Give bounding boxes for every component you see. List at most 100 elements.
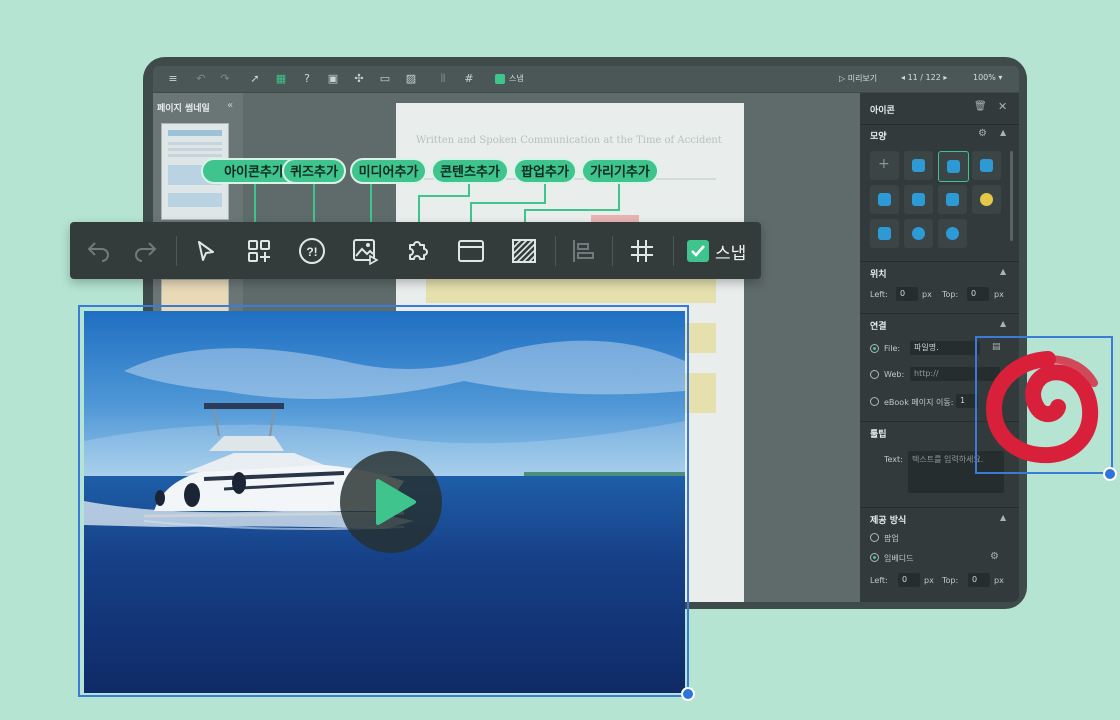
select-button[interactable] (187, 232, 225, 270)
provide-section-title: 제공 방식 (870, 516, 907, 526)
snap-checkbox[interactable] (495, 74, 505, 84)
page-navigator[interactable]: ◂ 11 / 122 ▸ (901, 73, 947, 82)
embedded-label: 임베디드 (884, 554, 914, 563)
left-input[interactable]: 0 (898, 573, 920, 587)
preview-button[interactable]: ▷ 미리보기 (839, 73, 877, 84)
app-toolbar: ≡ ↶ ↷ ➚ ▦ ? ▣ ✣ ▭ ▨ ⫴ # 스냅 ▷ 미리보기 ◂ 11 /… (153, 66, 1019, 93)
connector-line (418, 195, 470, 197)
connector-line (254, 183, 256, 227)
left-label: Left: (870, 290, 888, 299)
media-icon[interactable]: ▣ (325, 71, 341, 87)
panel-title: 아이콘 (870, 106, 895, 116)
chevron-up-icon[interactable]: ▲ (1000, 267, 1006, 276)
play-button[interactable] (340, 451, 442, 553)
select-icon[interactable]: ➚ (247, 71, 263, 87)
thumbnail-title: 페이지 썸네일 (157, 104, 210, 114)
web-radio[interactable] (870, 370, 879, 379)
align-icon[interactable]: ⫴ (435, 71, 451, 87)
add-popup-pill: 팝업추가 (513, 158, 577, 184)
gear-icon[interactable]: ⚙ (978, 128, 987, 139)
save-shape-icon[interactable] (938, 185, 967, 214)
top-input[interactable]: 0 (967, 287, 989, 301)
add-mask-pill: 가리기추가 (581, 158, 659, 184)
window-icon (458, 240, 484, 262)
chevron-up-icon[interactable]: ▲ (1000, 319, 1006, 328)
media-icon (353, 239, 379, 265)
add-popup-button[interactable] (452, 232, 490, 270)
play-icon (376, 479, 416, 525)
unit-label: px (994, 290, 1004, 299)
left-input[interactable]: 0 (896, 287, 918, 301)
resize-handle[interactable] (681, 687, 695, 701)
edit-shape-icon[interactable] (904, 185, 933, 214)
connector-line (370, 183, 372, 227)
plus-shape-icon[interactable]: + (870, 151, 899, 180)
add-content-button[interactable] (399, 232, 437, 270)
file-label: File: (884, 344, 901, 353)
add-quiz-pill: 퀴즈추가 (282, 158, 346, 184)
align-button[interactable] (564, 232, 602, 270)
camera-shape-icon[interactable] (904, 151, 933, 180)
mask-icon[interactable]: ▨ (403, 71, 419, 87)
close-icon[interactable]: ✕ (998, 100, 1007, 113)
undo-icon[interactable]: ↶ (193, 71, 209, 87)
snap-label: 스냅 (715, 244, 747, 264)
brush-circle-icon[interactable] (978, 339, 1110, 471)
headphone-shape-icon[interactable] (972, 151, 1001, 180)
trash-icon[interactable]: 🗑 (974, 101, 987, 112)
top-input[interactable]: 0 (968, 573, 990, 587)
resize-handle[interactable] (1103, 467, 1117, 481)
bulb-shape-icon[interactable] (972, 185, 1001, 214)
redo-button[interactable] (126, 232, 164, 270)
add-mask-button[interactable] (505, 232, 543, 270)
quiz-icon: ?! (299, 238, 325, 264)
ebook-label: eBook 페이지 이동: (884, 398, 954, 407)
undo-button[interactable] (80, 232, 118, 270)
document-title: Written and Spoken Communication at the … (416, 135, 722, 146)
snap-checkbox[interactable] (687, 240, 709, 262)
chat-shape-icon[interactable] (904, 219, 933, 248)
popup-label: 팝업 (884, 534, 899, 543)
menu-icon[interactable]: ≡ (165, 71, 181, 87)
collapse-icon[interactable]: « (227, 100, 233, 111)
grid-button[interactable] (623, 232, 661, 270)
scrollbar[interactable] (1010, 151, 1013, 241)
tooltip-section-title: 툴팁 (870, 430, 887, 440)
web-label: Web: (884, 370, 905, 379)
popup-radio[interactable] (870, 533, 879, 542)
add-media-button[interactable] (346, 232, 384, 270)
redo-icon (135, 242, 157, 262)
puzzle-icon (409, 241, 428, 260)
ebook-radio[interactable] (870, 397, 879, 406)
screen-shape-icon[interactable] (870, 219, 899, 248)
file-input[interactable]: 파일명. (910, 341, 980, 355)
undo-icon (87, 242, 109, 262)
grid-icon[interactable]: # (461, 71, 477, 87)
add-icon-button[interactable] (240, 232, 278, 270)
quiz-icon[interactable]: ? (299, 71, 315, 87)
connector-line (618, 183, 620, 210)
add-quiz-button[interactable]: ?! (293, 232, 331, 270)
chevron-up-icon[interactable]: ▲ (1000, 128, 1006, 137)
svg-text:?!: ?! (306, 245, 317, 259)
popup-icon[interactable]: ▭ (377, 71, 393, 87)
text-label: Text: (884, 455, 903, 464)
chevron-up-icon[interactable]: ▲ (1000, 513, 1006, 522)
check-icon (691, 245, 705, 257)
top-label: Top: (942, 576, 959, 585)
redo-icon[interactable]: ↷ (217, 71, 233, 87)
top-label: Top: (942, 290, 959, 299)
globe-shape-icon[interactable] (938, 219, 967, 248)
unit-label: px (994, 576, 1004, 585)
snap-label: 스냅 (509, 74, 524, 83)
connector-line (470, 202, 546, 204)
add-icon-icon[interactable]: ▦ (273, 71, 289, 87)
play-shape-icon[interactable] (938, 151, 969, 182)
search-shape-icon[interactable] (870, 185, 899, 214)
link-section-title: 연결 (870, 322, 887, 332)
zoom-select[interactable]: 100% ▾ (973, 73, 1002, 82)
embedded-radio[interactable] (870, 553, 879, 562)
gear-icon[interactable]: ⚙ (990, 551, 999, 562)
file-radio[interactable] (870, 344, 879, 353)
content-icon[interactable]: ✣ (351, 71, 367, 87)
